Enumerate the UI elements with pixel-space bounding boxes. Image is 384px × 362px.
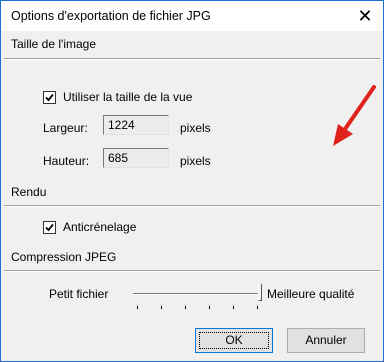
- height-field[interactable]: [103, 148, 169, 168]
- small-file-label: Petit fichier: [49, 287, 109, 301]
- cancel-button-label: Annuler: [305, 333, 347, 347]
- best-quality-label: Meilleure qualité: [267, 287, 355, 301]
- antialias-checkbox[interactable]: [43, 221, 56, 234]
- quality-slider-thumb[interactable]: [258, 284, 262, 301]
- jpeg-compression-heading: Compression JPEG: [11, 250, 117, 264]
- checkmark-icon: [45, 93, 54, 102]
- cancel-button[interactable]: Annuler: [287, 328, 365, 353]
- use-view-size-label[interactable]: Utiliser la taille de la vue: [63, 90, 192, 104]
- image-size-separator: [4, 58, 380, 60]
- slider-tick: [233, 306, 234, 309]
- use-view-size-checkbox[interactable]: [43, 91, 56, 104]
- title-bar[interactable]: Options d'exportation de fichier JPG ✕: [1, 1, 383, 31]
- dialog-title: Options d'exportation de fichier JPG: [11, 9, 211, 23]
- jpeg-compression-separator: [4, 270, 380, 272]
- quality-slider-track[interactable]: [133, 293, 259, 295]
- width-label: Largeur:: [43, 121, 88, 135]
- render-separator: [4, 205, 380, 207]
- antialias-label[interactable]: Anticrénelage: [63, 220, 136, 234]
- ok-button[interactable]: OK: [195, 328, 273, 353]
- close-button[interactable]: ✕: [347, 1, 383, 31]
- slider-tick: [137, 306, 138, 309]
- height-unit: pixels: [180, 154, 211, 168]
- slider-tick: [257, 306, 258, 309]
- width-unit: pixels: [180, 121, 211, 135]
- image-size-heading: Taille de l'image: [11, 37, 97, 51]
- close-icon: ✕: [357, 6, 373, 26]
- slider-tick: [161, 306, 162, 309]
- red-arrow-icon: [333, 85, 376, 146]
- ok-button-label: OK: [225, 333, 243, 347]
- width-field[interactable]: [103, 115, 169, 135]
- export-jpg-dialog: Options d'exportation de fichier JPG ✕ T…: [0, 0, 384, 362]
- height-label: Hauteur:: [43, 154, 90, 168]
- slider-tick: [209, 306, 210, 309]
- render-heading: Rendu: [11, 185, 47, 199]
- checkmark-icon: [45, 223, 54, 232]
- slider-tick: [185, 306, 186, 309]
